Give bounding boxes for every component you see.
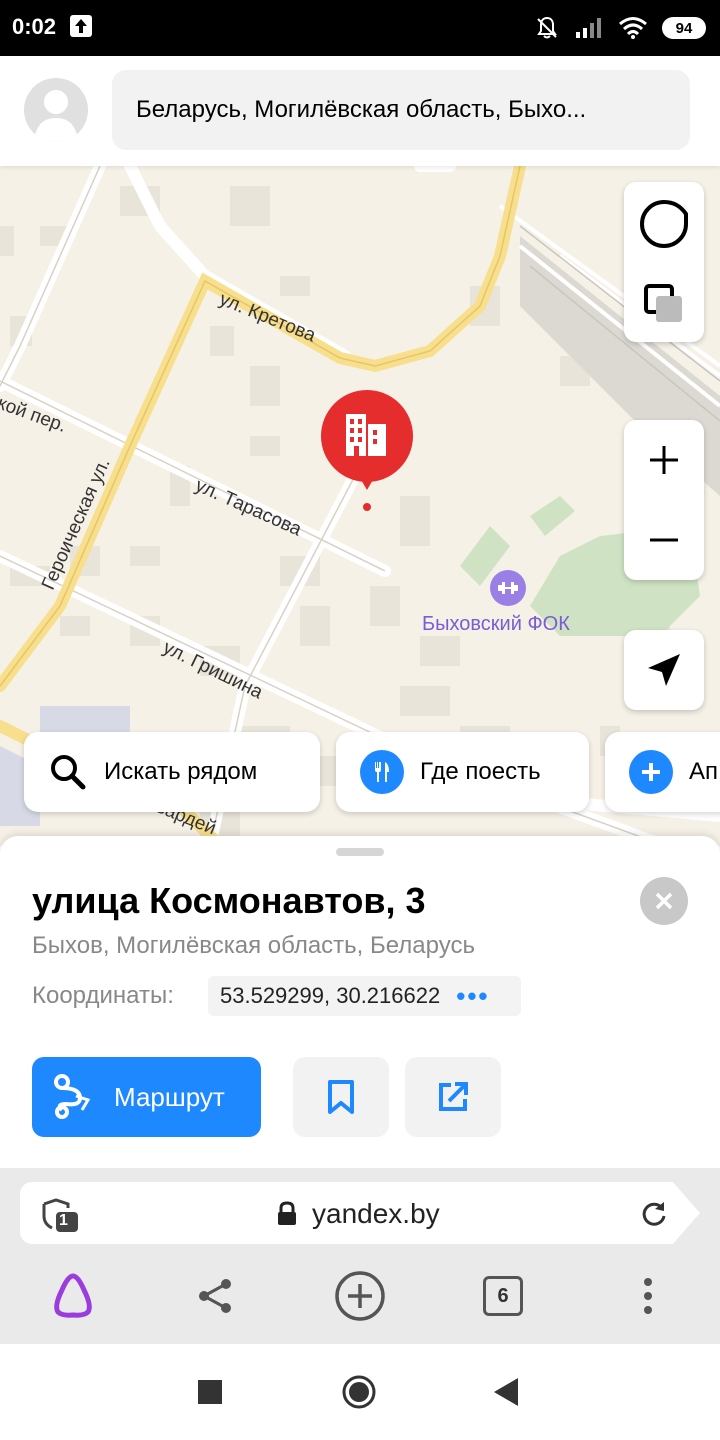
alice-assistant-icon[interactable] bbox=[48, 1270, 98, 1320]
zoom-in-icon[interactable] bbox=[644, 440, 684, 480]
place-address: Быхов, Могилёвская область, Беларусь bbox=[32, 932, 475, 959]
fitness-poi-icon[interactable] bbox=[490, 570, 526, 606]
bookmark-button[interactable] bbox=[293, 1057, 389, 1137]
plus-icon bbox=[629, 750, 673, 794]
location-point bbox=[363, 503, 371, 511]
bookmark-icon bbox=[328, 1080, 354, 1114]
route-label: Маршрут bbox=[114, 1081, 225, 1112]
status-icons: 94 bbox=[534, 14, 706, 42]
chip-more[interactable]: Ап bbox=[605, 732, 720, 812]
browser-toolbar: 6 bbox=[0, 1246, 720, 1344]
tabs-counter-button[interactable]: 6 bbox=[483, 1276, 523, 1316]
chip-label: Искать рядом bbox=[104, 758, 258, 785]
chip-search-nearby[interactable]: Искать рядом bbox=[24, 732, 320, 812]
chip-label: Где поесть bbox=[420, 758, 541, 785]
chip-label: Ап bbox=[689, 758, 719, 785]
drag-handle[interactable] bbox=[336, 848, 384, 856]
fork-knife-icon bbox=[360, 750, 404, 794]
building-pin-icon[interactable] bbox=[320, 390, 414, 494]
chip-where-to-eat[interactable]: Где поесть bbox=[336, 732, 589, 812]
place-title: улица Космонавтов, 3 bbox=[32, 880, 426, 921]
system-nav-bar bbox=[0, 1344, 720, 1440]
coords-label: Координаты: bbox=[32, 982, 174, 1009]
status-bar: 0:02 94 bbox=[0, 0, 720, 56]
tab-count: 6 bbox=[497, 1284, 509, 1307]
route-button[interactable]: Маршрут bbox=[32, 1057, 261, 1137]
map-view[interactable]: ул. Кретова кой пер. Героическая ул. ул.… bbox=[0, 166, 720, 846]
search-icon bbox=[51, 755, 86, 790]
avatar[interactable] bbox=[24, 78, 88, 142]
share-external-icon bbox=[439, 1082, 468, 1111]
url-text: yandex.by bbox=[312, 1198, 440, 1229]
status-time: 0:02 bbox=[12, 14, 57, 39]
home-icon[interactable] bbox=[341, 1374, 377, 1410]
address-search-field[interactable]: Беларусь, Могилёвская область, Быхо... bbox=[112, 70, 690, 150]
lock-icon bbox=[278, 1201, 296, 1225]
share-button[interactable] bbox=[405, 1057, 501, 1137]
recents-icon[interactable] bbox=[198, 1380, 222, 1404]
coords-value: 53.529299, 30.216622 bbox=[220, 983, 441, 1008]
quick-actions: Искать рядом Где поесть Ап bbox=[24, 732, 720, 812]
close-icon bbox=[655, 892, 673, 910]
map-mode-icon[interactable] bbox=[642, 282, 686, 326]
bell-off-icon bbox=[537, 16, 557, 39]
top-bar: Беларусь, Могилёвская область, Быхо... bbox=[0, 56, 720, 166]
close-button[interactable] bbox=[640, 877, 688, 925]
layers-control bbox=[624, 182, 704, 342]
zoom-control bbox=[624, 420, 704, 580]
my-location-button[interactable] bbox=[624, 630, 704, 710]
battery-indicator: 94 bbox=[662, 17, 706, 39]
zoom-out-icon[interactable] bbox=[644, 520, 684, 560]
wifi-icon bbox=[619, 17, 647, 39]
more-dots-icon[interactable]: ••• bbox=[456, 981, 489, 1012]
menu-dots-icon[interactable] bbox=[638, 1276, 658, 1316]
browser-url-bar: 1 yandex.by bbox=[0, 1168, 720, 1246]
signal-icon bbox=[576, 18, 601, 38]
route-icon bbox=[54, 1074, 91, 1119]
upload-icon bbox=[70, 15, 92, 37]
shield-count: 1 bbox=[59, 1212, 68, 1229]
poi-label[interactable]: Быховский ФОК bbox=[422, 613, 570, 636]
reload-icon[interactable] bbox=[640, 1200, 668, 1228]
back-icon[interactable] bbox=[494, 1378, 520, 1406]
new-tab-icon[interactable] bbox=[334, 1270, 386, 1322]
share-icon[interactable] bbox=[196, 1276, 236, 1316]
navigation-arrow-icon bbox=[648, 654, 680, 686]
layers-icon[interactable] bbox=[638, 198, 690, 250]
coords-value-box[interactable]: 53.529299, 30.216622 ••• bbox=[208, 976, 521, 1016]
address-text: Беларусь, Могилёвская область, Быхо... bbox=[136, 96, 587, 123]
place-card: улица Космонавтов, 3 Быхов, Могилёвская … bbox=[0, 836, 720, 1168]
